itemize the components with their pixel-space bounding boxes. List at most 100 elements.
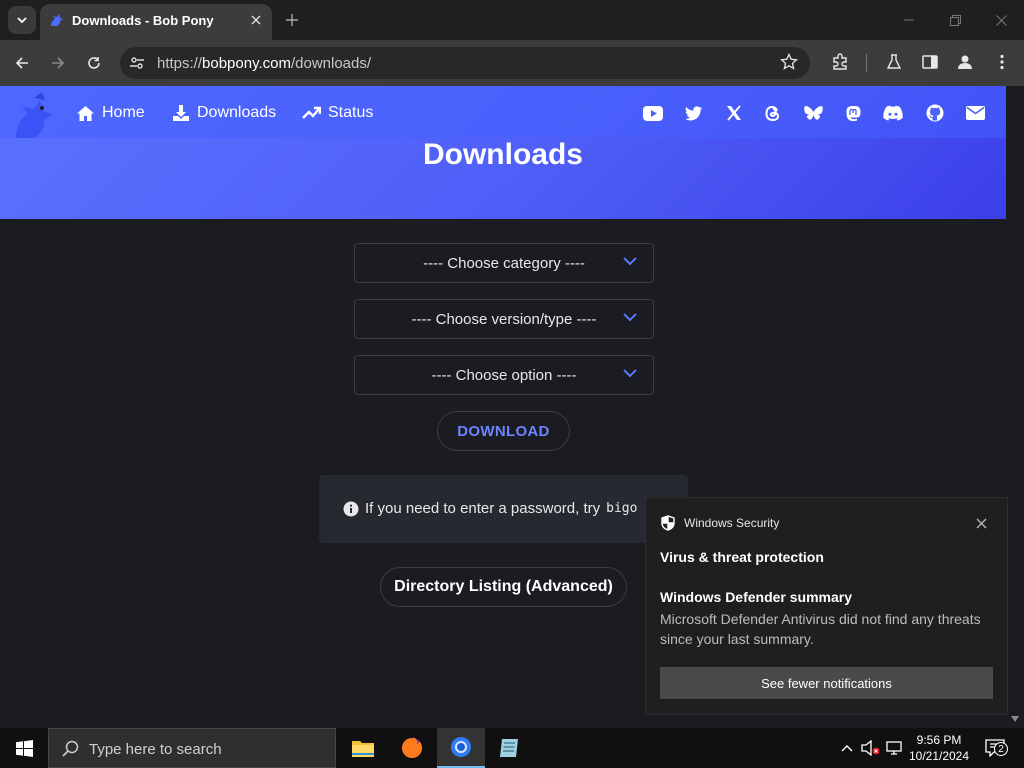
close-icon [251, 15, 261, 25]
windows-taskbar: Type here to search 9:56 PM 10/21/2024 2 [0, 728, 1024, 768]
nav-status-label: Status [328, 104, 374, 121]
chevron-down-icon [623, 313, 637, 322]
taskbar-notepad-app[interactable] [486, 728, 534, 768]
bobpony-favicon-icon [48, 12, 64, 28]
arrow-right-icon [52, 57, 65, 69]
threads-icon[interactable] [763, 104, 783, 122]
action-center-button[interactable]: 2 [982, 738, 1008, 758]
start-button[interactable] [0, 728, 48, 768]
category-select-value: ---- Choose category ---- [423, 254, 585, 272]
home-icon [77, 105, 94, 121]
trend-icon [302, 106, 321, 119]
email-icon[interactable] [965, 104, 985, 122]
chrome-icon [451, 737, 471, 757]
reload-icon [88, 57, 100, 69]
side-panel-icon[interactable] [921, 53, 941, 73]
see-fewer-notifications-button[interactable]: See fewer notifications [660, 667, 993, 699]
search-icon [62, 740, 79, 757]
folder-icon [352, 741, 374, 757]
toast-close-button[interactable] [974, 516, 988, 530]
github-icon[interactable] [925, 104, 945, 122]
discord-icon[interactable] [883, 104, 903, 122]
close-icon [976, 518, 986, 528]
scroll-down-arrow-icon [1011, 716, 1019, 722]
network-icon[interactable] [885, 738, 905, 758]
tab-search-button[interactable] [8, 6, 36, 34]
browser-tab-strip: Downloads - Bob Pony [0, 0, 1024, 40]
windows-security-notification[interactable]: Windows Security Virus & threat protecti… [645, 497, 1008, 715]
option-select[interactable]: ---- Choose option ---- [354, 355, 654, 395]
firefox-icon [402, 737, 422, 758]
directory-listing-button[interactable]: Directory Listing (Advanced) [380, 567, 627, 607]
extensions-icon[interactable] [831, 53, 851, 73]
profile-icon[interactable] [956, 53, 976, 73]
plus-icon [286, 14, 298, 26]
password-hint-code: bigo [606, 501, 638, 516]
youtube-icon[interactable] [643, 104, 663, 122]
new-tab-button[interactable] [282, 10, 302, 30]
bookmark-star-icon[interactable] [780, 52, 800, 73]
show-hidden-icons-button[interactable] [838, 738, 856, 758]
close-window-button[interactable] [990, 10, 1012, 30]
toolbar-divider [866, 54, 867, 72]
option-select-value: ---- Choose option ---- [431, 366, 577, 384]
password-info-text: If you need to enter a password, try big… [343, 500, 637, 517]
site-navbar: Home Downloads Status [0, 86, 1006, 138]
info-message: If you need to enter a password, try [365, 500, 601, 517]
nav-downloads-link[interactable]: Downloads [172, 103, 276, 123]
clock-date: 10/21/2024 [908, 749, 970, 763]
taskbar-clock[interactable]: 9:56 PM 10/21/2024 [905, 732, 973, 764]
download-button[interactable]: DOWNLOAD [437, 411, 570, 451]
toast-app-name: Windows Security [684, 516, 780, 530]
site-info-icon[interactable] [128, 54, 146, 72]
reload-button[interactable] [81, 50, 107, 76]
twitter-icon[interactable] [684, 104, 704, 122]
taskbar-search-box[interactable]: Type here to search [48, 728, 336, 768]
restore-button[interactable] [944, 10, 966, 30]
password-info-box: If you need to enter a password, try big… [319, 475, 688, 543]
close-icon [995, 14, 1007, 26]
minimize-button[interactable] [898, 10, 920, 30]
shield-icon [660, 515, 676, 531]
windows-logo-icon [15, 739, 33, 757]
tab-title: Downloads - Bob Pony [72, 13, 214, 28]
taskbar-chrome[interactable] [437, 728, 485, 768]
nav-home-label: Home [102, 104, 145, 121]
version-select-value: ---- Choose version/type ---- [411, 310, 597, 328]
taskbar-search-placeholder: Type here to search [89, 741, 222, 758]
browser-menu-icon[interactable] [993, 53, 1013, 73]
x-icon[interactable] [724, 104, 744, 122]
version-type-select[interactable]: ---- Choose version/type ---- [354, 299, 654, 339]
bluesky-icon[interactable] [803, 104, 823, 122]
restore-icon [949, 14, 961, 26]
nav-status-link[interactable]: Status [302, 103, 373, 123]
clock-time: 9:56 PM [916, 733, 962, 747]
nav-downloads-label: Downloads [197, 104, 277, 121]
page-scrollbar[interactable] [1006, 86, 1024, 728]
page-title: Downloads [422, 138, 583, 171]
toast-heading: Virus & threat protection [660, 549, 824, 565]
download-icon [173, 105, 189, 121]
forward-button[interactable] [45, 50, 71, 76]
labs-flask-icon[interactable] [885, 53, 905, 73]
chevron-down-icon [623, 369, 637, 378]
toast-summary-body: Microsoft Defender Antivirus did not fin… [660, 611, 981, 647]
nav-home-link[interactable]: Home [76, 103, 145, 123]
back-button[interactable] [9, 50, 35, 76]
info-icon [343, 501, 359, 516]
taskbar-file-explorer[interactable] [339, 728, 387, 768]
chevron-up-icon [841, 745, 853, 752]
notepad-icon [500, 739, 518, 757]
chevron-down-icon [17, 16, 27, 23]
mastodon-icon[interactable] [843, 104, 863, 122]
minimize-icon [904, 19, 914, 21]
notification-count-badge: 2 [994, 742, 1008, 756]
volume-muted-icon[interactable] [860, 738, 882, 758]
taskbar-firefox[interactable] [388, 728, 436, 768]
tab-close-button[interactable] [248, 12, 264, 28]
bobpony-logo-icon[interactable] [12, 90, 64, 140]
chevron-down-icon [623, 257, 637, 266]
toast-summary-title: Windows Defender summary [660, 589, 853, 605]
url-text[interactable]: https://bobpony.com/downloads/ [157, 55, 371, 72]
category-select[interactable]: ---- Choose category ---- [354, 243, 654, 283]
